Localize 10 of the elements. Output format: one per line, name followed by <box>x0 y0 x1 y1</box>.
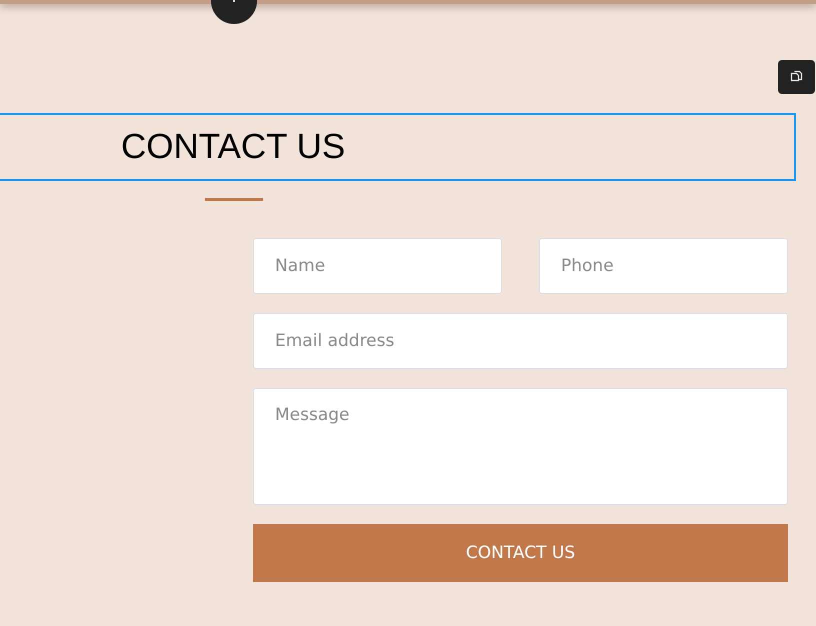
copy-icon <box>790 70 804 84</box>
input-field[interactable]: Name <box>253 238 502 294</box>
input-field[interactable]: Phone <box>539 238 788 294</box>
message-field[interactable]: Message <box>253 388 788 505</box>
submit-button[interactable]: CONTACT US <box>253 524 788 582</box>
input-field[interactable]: Email address <box>253 313 788 369</box>
section-title: CONTACT US <box>121 127 346 167</box>
selected-heading-block[interactable]: CONTACT US <box>0 113 796 181</box>
title-underline <box>205 198 263 201</box>
duplicate-button[interactable] <box>778 60 815 94</box>
